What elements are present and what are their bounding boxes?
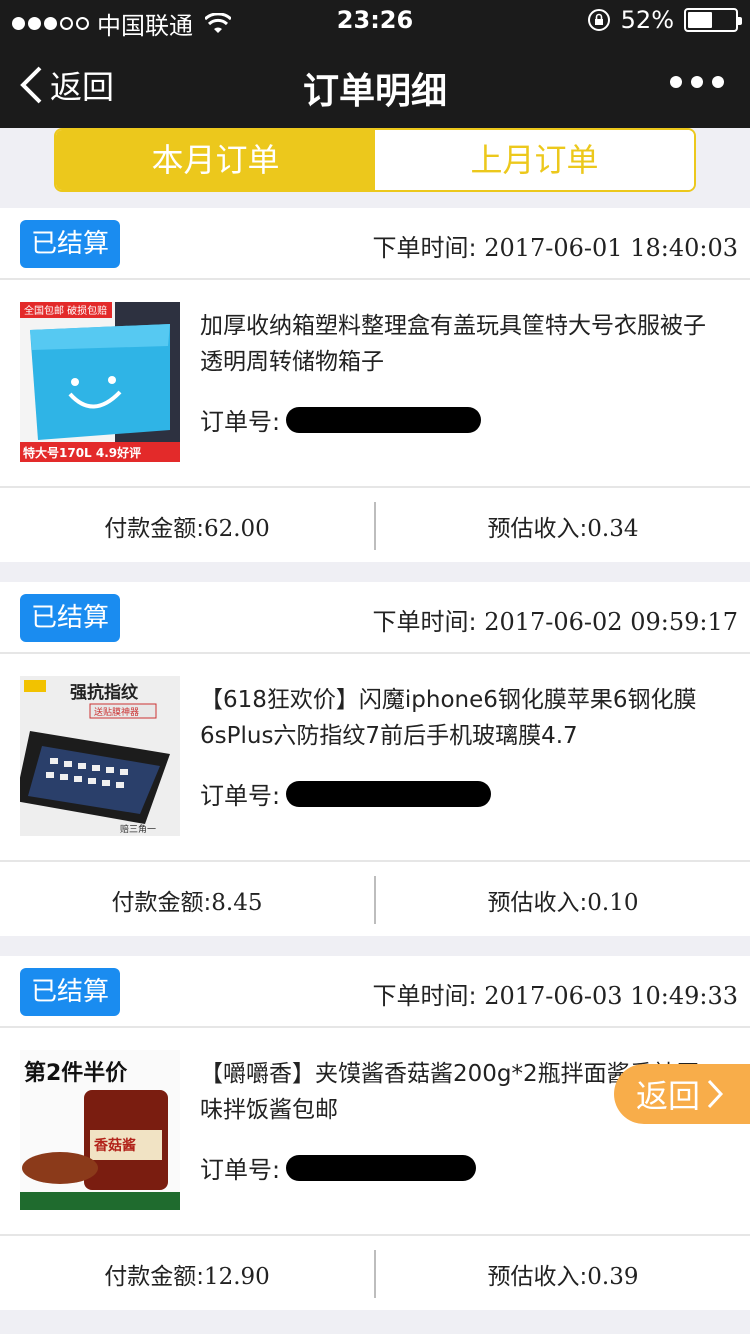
product-title[interactable]: 【618狂欢价】闪魔iphone6钢化膜苹果6钢化膜6sPlus六防指纹7前后手… [200,682,720,754]
order-time: 下单时间: 2017-06-02 09:59:17 [372,608,738,636]
month-tabs: 本月订单 上月订单 [54,128,696,192]
order-number: 订单号: [200,402,482,437]
status-badge: 已结算 [20,220,120,268]
status-badge: 已结算 [20,594,120,642]
product-thumbnail[interactable]: 强抗指纹 送贴膜神器 赔三角一 [20,676,180,836]
floating-back-label: 返回 [636,1077,701,1115]
svg-text:特大号170L 4.9好评: 特大号170L 4.9好评 [23,445,141,460]
svg-text:第2件半价: 第2件半价 [24,1060,128,1086]
order-time: 下单时间: 2017-06-03 10:49:33 [372,982,738,1010]
payment-amount: 付款金额:62.00 [104,516,270,542]
redacted-order-number [286,406,482,433]
svg-text:赔三角一: 赔三角一 [120,823,156,835]
tab-this-month[interactable]: 本月订单 [56,130,375,190]
chevron-right-icon [707,1079,724,1109]
nav-bar: 返回 订单明细 [0,40,750,128]
product-title[interactable]: 加厚收纳箱塑料整理盒有盖玩具筐特大号衣服被子透明周转储物箱子 [200,308,720,380]
order-card: 已结算 下单时间: 2017-06-01 18:40:03 全国包邮 破损包赔 … [0,208,750,562]
redacted-order-number [286,1154,477,1181]
battery-icon [684,8,742,32]
page-title: 订单明细 [302,71,447,112]
product-thumbnail[interactable]: 第2件半价 香菇酱 [20,1050,180,1210]
product-thumbnail[interactable]: 全国包邮 破损包赔 特大号170L 4.9好评 [20,302,180,462]
order-number: 订单号: [200,776,492,811]
rotation-lock-icon [587,9,610,31]
svg-text:香菇酱: 香菇酱 [93,1137,136,1154]
status-bar: 中国联通 23:26 52% [0,0,750,40]
svg-text:送贴膜神器: 送贴膜神器 [94,706,139,718]
estimated-income: 预估收入:0.39 [487,1264,639,1290]
floating-back-button[interactable]: 返回 [614,1064,750,1124]
payment-amount: 付款金额:12.90 [104,1264,270,1290]
estimated-income: 预估收入:0.34 [487,516,639,542]
payment-amount: 付款金额:8.45 [111,890,263,916]
svg-text:全国包邮 破损包赔: 全国包邮 破损包赔 [24,304,107,317]
status-badge: 已结算 [20,968,120,1016]
more-menu-icon[interactable] [670,76,724,88]
order-time: 下单时间: 2017-06-01 18:40:03 [372,234,738,262]
order-number: 订单号: [200,1150,477,1185]
estimated-income: 预估收入:0.10 [487,890,639,916]
tab-last-month[interactable]: 上月订单 [375,130,694,190]
order-card: 已结算 下单时间: 2017-06-03 10:49:33 第2件半价 香菇酱 … [0,956,750,1310]
order-card: 已结算 下单时间: 2017-06-02 09:59:17 强抗指纹 送贴膜神器… [0,582,750,936]
redacted-order-number [286,780,492,807]
svg-text:强抗指纹: 强抗指纹 [70,682,139,703]
battery-percent: 52% [620,6,674,34]
